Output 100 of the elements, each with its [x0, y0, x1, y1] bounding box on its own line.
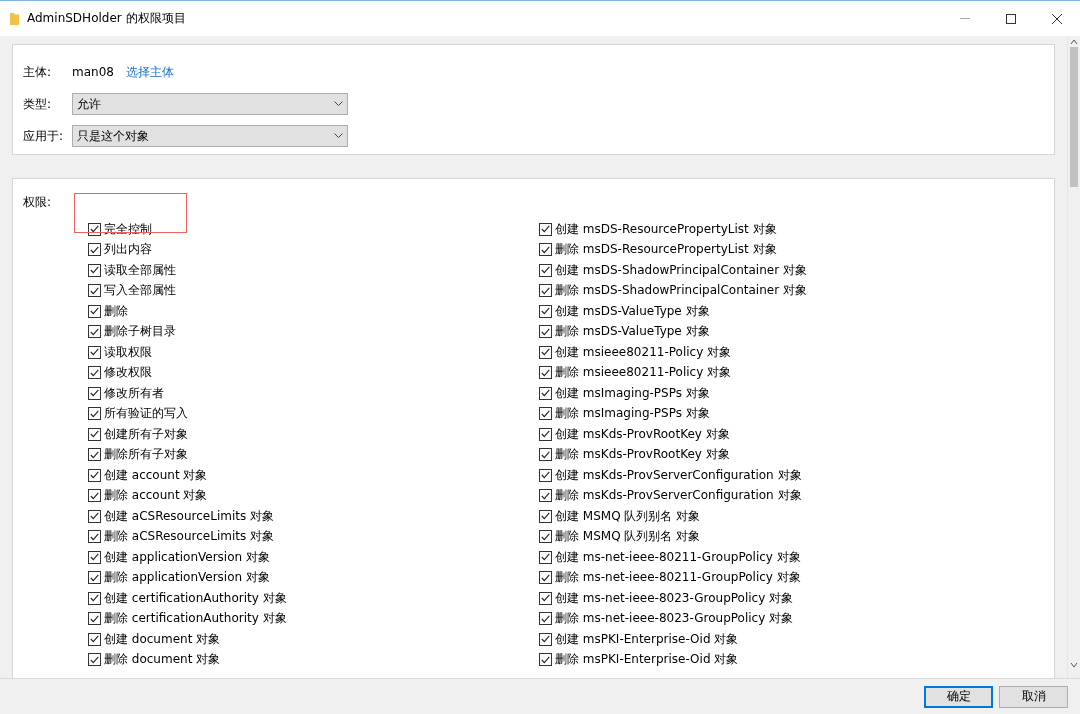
permission-label: 创建 msDS-ShadowPrincipalContainer 对象	[555, 261, 807, 279]
checkbox[interactable]	[539, 407, 552, 421]
checkbox[interactable]	[88, 325, 101, 339]
permission-label: 删除子树目录	[104, 323, 176, 341]
permission-label: 修改所有者	[104, 384, 164, 402]
permission-label: 删除 certificationAuthority 对象	[104, 610, 287, 628]
checkbox[interactable]	[88, 653, 101, 667]
scrollbar[interactable]	[1067, 36, 1080, 678]
field-label: 应用于:	[23, 127, 65, 145]
permission-label: 删除 msieee80211-Policy 对象	[555, 364, 732, 382]
scrollbar-thumb[interactable]	[1070, 47, 1078, 187]
checkbox[interactable]	[539, 632, 552, 646]
permission-label: 创建 msDS-ResourcePropertyList 对象	[555, 220, 777, 238]
permission-label: 创建 ms-net-ieee-80211-GroupPolicy 对象	[555, 548, 801, 566]
checkbox[interactable]	[539, 530, 552, 544]
permission-label: 创建 msDS-ValueType 对象	[555, 302, 710, 320]
checkbox[interactable]	[539, 468, 552, 482]
permission-label: 读取权限	[104, 343, 152, 361]
permission-label: 删除 applicationVersion 对象	[104, 569, 270, 587]
checkbox[interactable]	[88, 407, 101, 421]
permission-label: 所有验证的写入	[104, 405, 188, 423]
checkbox[interactable]	[88, 366, 101, 380]
applies-to-dropdown[interactable]: 只是这个对象	[72, 125, 348, 147]
permission-label: 删除 MSMQ 队列别名 对象	[555, 528, 701, 546]
checkbox[interactable]	[539, 243, 552, 257]
permission-label: 创建 msImaging-PSPs 对象	[555, 384, 710, 402]
checkbox[interactable]	[539, 612, 552, 626]
permission-label: 删除所有子对象	[104, 446, 188, 464]
folder-icon	[10, 12, 19, 25]
checkbox[interactable]	[88, 550, 101, 564]
permission-label: 创建 document 对象	[104, 630, 221, 648]
permission-label: 创建 certificationAuthority 对象	[104, 589, 287, 607]
permission-label: 删除 msDS-ResourcePropertyList 对象	[555, 241, 777, 259]
checkbox[interactable]	[88, 571, 101, 585]
checkbox[interactable]	[88, 468, 101, 482]
checkbox[interactable]	[88, 386, 101, 400]
permission-label: 创建 account 对象	[104, 466, 208, 484]
permission-label: 修改权限	[104, 364, 152, 382]
checkbox[interactable]	[88, 489, 101, 503]
permission-label: 删除 aCSResourceLimits 对象	[104, 528, 274, 546]
dialog-button[interactable]: 确定	[924, 685, 993, 708]
permission-label: 删除 msDS-ValueType 对象	[555, 323, 710, 341]
checkbox[interactable]	[88, 612, 101, 626]
checkbox[interactable]	[88, 530, 101, 544]
checkbox[interactable]	[88, 632, 101, 646]
checkbox[interactable]	[539, 427, 552, 441]
checkbox[interactable]	[539, 550, 552, 564]
permission-label: 创建所有子对象	[104, 425, 188, 443]
checkbox[interactable]	[88, 509, 101, 523]
select-principal-link[interactable]: 选择主体	[125, 63, 174, 81]
checkbox[interactable]	[539, 325, 552, 339]
checkbox[interactable]	[88, 448, 101, 462]
checkbox[interactable]	[539, 489, 552, 503]
permission-label: 创建 msKds-ProvRootKey 对象	[555, 425, 730, 443]
permission-label: 删除 msPKI-Enterprise-Oid 对象	[555, 651, 739, 669]
checkbox[interactable]	[539, 509, 552, 523]
permission-label: 列出内容	[104, 241, 152, 259]
checkbox[interactable]	[88, 243, 101, 257]
checkbox[interactable]	[88, 427, 101, 441]
checkbox[interactable]	[539, 304, 552, 318]
scroll-up-icon[interactable]	[1070, 39, 1078, 45]
checkbox[interactable]	[539, 263, 552, 277]
permission-label: 创建 applicationVersion 对象	[104, 548, 270, 566]
field-label: 权限:	[23, 195, 52, 209]
checkbox[interactable]	[539, 571, 552, 585]
permission-label: 创建 aCSResourceLimits 对象	[104, 507, 274, 525]
checkbox[interactable]	[539, 386, 552, 400]
checkbox[interactable]	[88, 591, 101, 605]
field-label: 主体:	[23, 63, 53, 81]
principal-value: man08	[72, 65, 114, 79]
minimize-icon	[960, 18, 970, 19]
permission-label: 删除 msDS-ShadowPrincipalContainer 对象	[555, 282, 807, 300]
permission-label: 创建 msPKI-Enterprise-Oid 对象	[555, 630, 739, 648]
checkbox[interactable]	[88, 345, 101, 359]
checkbox[interactable]	[539, 366, 552, 380]
checkbox[interactable]	[539, 222, 552, 236]
checkbox[interactable]	[539, 284, 552, 298]
checkbox[interactable]	[88, 263, 101, 277]
permission-label: 删除 ms-net-ieee-80211-GroupPolicy 对象	[555, 569, 801, 587]
permission-label: 删除 document 对象	[104, 651, 221, 669]
caret-icon	[334, 133, 343, 139]
type-dropdown[interactable]: 允许	[72, 93, 348, 115]
checkbox[interactable]	[539, 653, 552, 667]
permission-label: 删除 msKds-ProvServerConfiguration 对象	[555, 487, 802, 505]
permission-label: 删除 account 对象	[104, 487, 208, 505]
field-label: 类型:	[23, 95, 53, 113]
dialog-button[interactable]: 取消	[999, 685, 1068, 708]
permission-label: 创建 msieee80211-Policy 对象	[555, 343, 732, 361]
permission-label: 创建 msKds-ProvServerConfiguration 对象	[555, 466, 802, 484]
checkbox[interactable]	[88, 284, 101, 298]
checkbox[interactable]	[539, 448, 552, 462]
checkbox[interactable]	[88, 304, 101, 318]
close-icon	[1052, 13, 1062, 24]
scroll-down-icon[interactable]	[1070, 662, 1078, 668]
permission-label: 写入全部属性	[104, 282, 176, 300]
permission-label: 删除 msKds-ProvRootKey 对象	[555, 446, 730, 464]
permission-label: 读取全部属性	[104, 261, 176, 279]
checkbox[interactable]	[539, 345, 552, 359]
window-title: AdminSDHolder 的权限项目	[27, 10, 187, 27]
checkbox[interactable]	[539, 591, 552, 605]
